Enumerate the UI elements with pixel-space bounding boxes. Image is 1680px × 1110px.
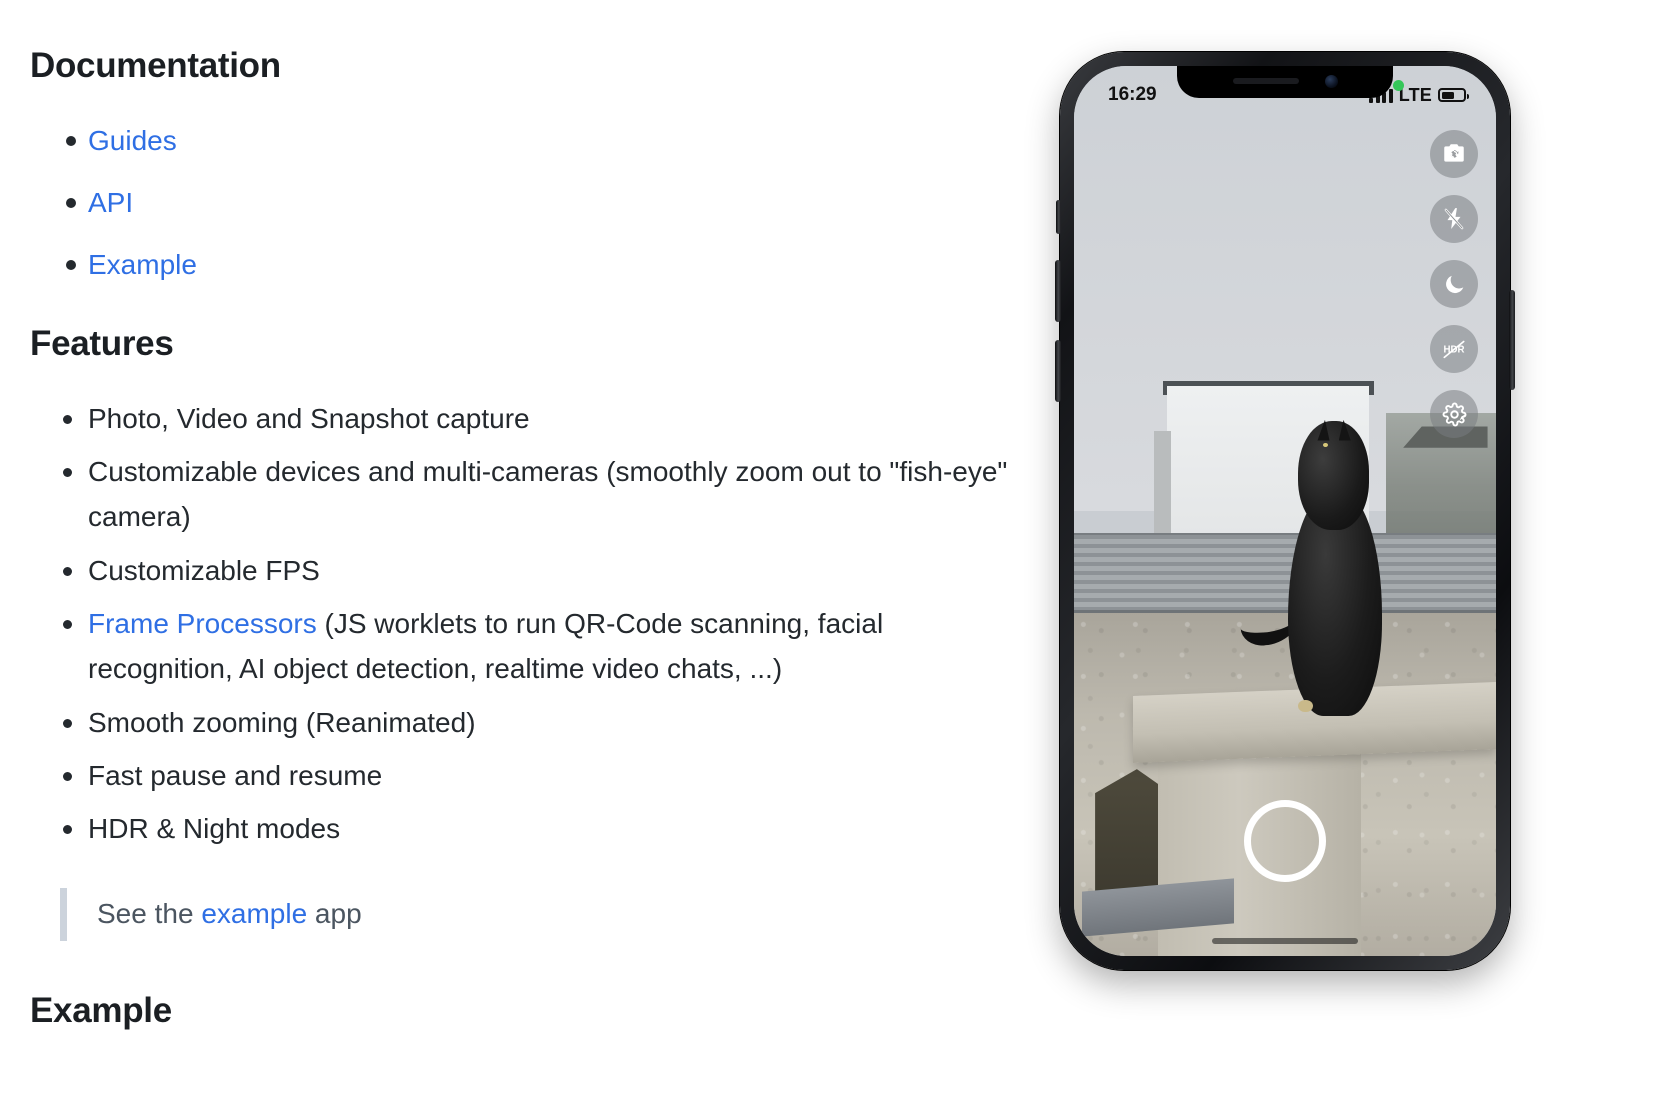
mute-switch[interactable] <box>1056 200 1061 234</box>
earpiece-speaker-icon <box>1232 78 1299 84</box>
doc-link-api[interactable]: API <box>88 187 133 218</box>
doc-link-example[interactable]: Example <box>88 249 197 280</box>
list-item: Customizable devices and multi-cameras (… <box>30 449 1010 540</box>
device-notch <box>1177 66 1393 98</box>
network-type-label: LTE <box>1398 84 1432 105</box>
black-cat <box>1238 395 1416 716</box>
list-item: API <box>30 180 1010 225</box>
example-app-blockquote: See the example app <box>60 887 1010 941</box>
feature-text: Smooth zooming (Reanimated) <box>88 706 476 738</box>
features-heading: Features <box>30 323 174 363</box>
flash-off-icon[interactable] <box>1430 195 1478 243</box>
phone-mockup: 16:29 LTE <box>1055 52 1515 970</box>
quote-suffix: app <box>307 897 362 929</box>
cat-ear-left <box>1317 419 1330 441</box>
phone-screen: 16:29 LTE <box>1074 66 1496 956</box>
list-item: Photo, Video and Snapshot capture <box>30 396 1010 441</box>
documentation-link-list: Guides API Example <box>30 118 1010 288</box>
documentation-heading: Documentation <box>30 46 281 85</box>
home-indicator[interactable] <box>1212 938 1358 944</box>
cat-head <box>1297 419 1369 530</box>
feature-text: Customizable devices and multi-cameras (… <box>88 455 1008 533</box>
feature-text: HDR & Night modes <box>88 813 341 845</box>
list-item: Customizable FPS <box>30 548 1010 593</box>
power-button[interactable] <box>1509 290 1515 390</box>
frame-processors-link[interactable]: Frame Processors <box>88 608 317 639</box>
recording-indicator-icon <box>1393 80 1404 91</box>
flip-camera-icon[interactable] <box>1430 130 1478 178</box>
volume-up-button[interactable] <box>1055 260 1061 322</box>
building-side-wall <box>1154 430 1172 538</box>
quote-example-link[interactable]: example <box>201 898 307 929</box>
shutter-button[interactable] <box>1244 800 1326 882</box>
phone-frame: 16:29 LTE <box>1055 52 1515 970</box>
battery-icon <box>1438 88 1469 102</box>
quote-prefix: See the <box>97 897 202 929</box>
hdr-off-icon[interactable]: HDR <box>1430 325 1478 373</box>
feature-text: Customizable FPS <box>88 554 320 586</box>
readme-page: Documentation Guides API Example Feature… <box>0 0 1680 1110</box>
readme-content: Documentation Guides API Example Feature… <box>0 0 1040 1031</box>
feature-text: Fast pause and resume <box>88 760 383 792</box>
list-item: HDR & Night modes <box>30 806 1010 851</box>
list-item: Example <box>30 242 1010 287</box>
list-item: Guides <box>30 118 1010 163</box>
front-camera-icon <box>1324 74 1338 88</box>
doc-link-guides[interactable]: Guides <box>88 125 177 156</box>
feature-text: Photo, Video and Snapshot capture <box>88 402 530 434</box>
cat-eye <box>1323 442 1329 448</box>
status-time: 16:29 <box>1108 84 1157 105</box>
night-mode-icon[interactable] <box>1430 260 1478 308</box>
list-item: Fast pause and resume <box>30 753 1010 798</box>
cat-ear-right <box>1338 419 1351 441</box>
example-heading: Example <box>30 990 172 1030</box>
features-list: Photo, Video and Snapshot capture Custom… <box>30 396 1010 852</box>
cat-paw <box>1297 699 1313 713</box>
list-item: Smooth zooming (Reanimated) <box>30 700 1010 745</box>
camera-controls: HDR <box>1430 130 1478 438</box>
settings-gear-icon[interactable] <box>1430 390 1478 438</box>
volume-down-button[interactable] <box>1055 340 1061 402</box>
list-item: Frame Processors (JS worklets to run QR-… <box>30 601 1010 692</box>
